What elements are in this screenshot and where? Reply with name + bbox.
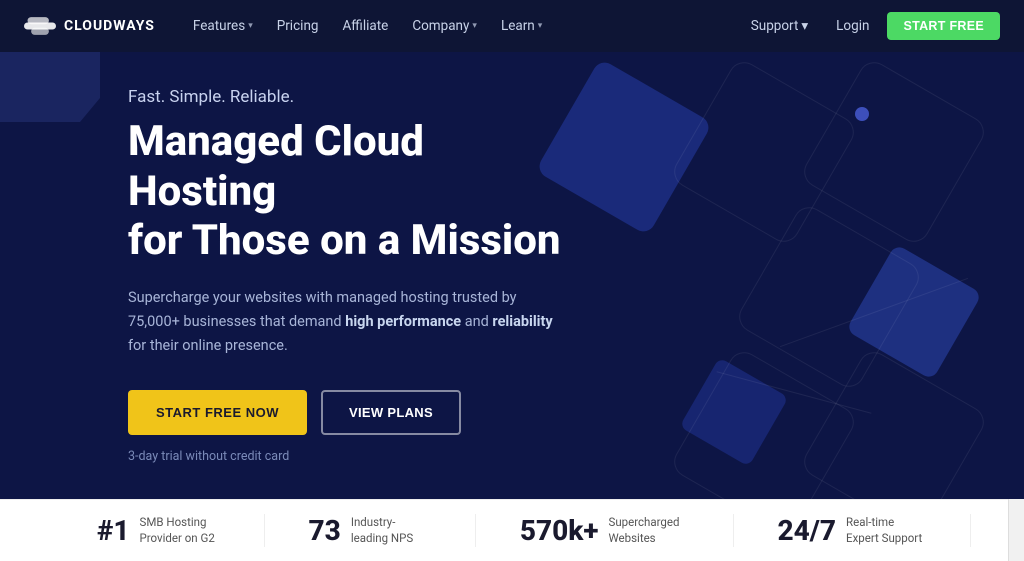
nav-item-features[interactable]: Features ▾ xyxy=(183,12,263,40)
chevron-down-icon: ▾ xyxy=(472,21,477,31)
hero-section: Fast. Simple. Reliable. Managed Cloud Ho… xyxy=(0,52,1024,499)
stat-desc-rank: SMB Hosting Provider on G2 xyxy=(140,515,220,546)
stat-desc-support: Real-time Expert Support xyxy=(846,515,926,546)
hero-heading: Managed Cloud Hosting for Those on a Mis… xyxy=(128,117,580,266)
chevron-down-icon: ▾ xyxy=(248,21,253,31)
nav-item-pricing[interactable]: Pricing xyxy=(267,12,329,40)
stat-item-nps: 73 Industry-leading NPS xyxy=(265,514,476,547)
stat-number-nps: 73 xyxy=(309,514,341,547)
navbar-start-free-button[interactable]: START FREE xyxy=(887,12,1000,40)
scrollbar[interactable] xyxy=(1008,499,1024,561)
trial-note: 3-day trial without credit card xyxy=(128,449,580,464)
dot-accent xyxy=(855,107,869,121)
view-plans-button[interactable]: VIEW PLANS xyxy=(321,390,461,435)
nav-right: Support ▾ Login START FREE xyxy=(741,12,1000,40)
support-link[interactable]: Support ▾ xyxy=(741,12,818,40)
logo[interactable]: CLOUDWAYS xyxy=(24,15,155,37)
start-free-now-button[interactable]: START FREE NOW xyxy=(128,390,307,435)
stat-desc-websites: Supercharged Websites xyxy=(609,515,689,546)
cloudways-logo-icon xyxy=(24,15,56,37)
nav-item-company[interactable]: Company ▾ xyxy=(402,12,487,40)
stat-number-rank: #1 xyxy=(97,514,130,547)
nav-links: Features ▾ Pricing Affiliate Company ▾ L… xyxy=(183,12,741,40)
hero-tagline: Fast. Simple. Reliable. xyxy=(128,87,580,107)
stat-desc-nps: Industry-leading NPS xyxy=(351,515,431,546)
nav-item-affiliate[interactable]: Affiliate xyxy=(332,12,398,40)
chevron-down-icon: ▾ xyxy=(801,18,808,34)
stat-number-websites: 570k+ xyxy=(520,514,599,547)
navbar: CLOUDWAYS Features ▾ Pricing Affiliate C… xyxy=(0,0,1024,52)
stat-item-websites: 570k+ Supercharged Websites xyxy=(476,514,734,547)
hero-description: Supercharge your websites with managed h… xyxy=(128,286,568,358)
login-link[interactable]: Login xyxy=(826,12,879,40)
stat-number-support: 24/7 xyxy=(778,514,837,547)
brand-name: CLOUDWAYS xyxy=(64,18,155,34)
stat-item-support: 24/7 Real-time Expert Support xyxy=(734,514,972,547)
stats-bar: #1 SMB Hosting Provider on G2 73 Industr… xyxy=(0,499,1024,561)
chevron-down-icon: ▾ xyxy=(538,21,543,31)
nav-item-learn[interactable]: Learn ▾ xyxy=(491,12,552,40)
hero-buttons: START FREE NOW VIEW PLANS xyxy=(128,390,580,435)
stat-item-rank: #1 SMB Hosting Provider on G2 xyxy=(53,514,265,547)
hero-content: Fast. Simple. Reliable. Managed Cloud Ho… xyxy=(0,87,580,463)
